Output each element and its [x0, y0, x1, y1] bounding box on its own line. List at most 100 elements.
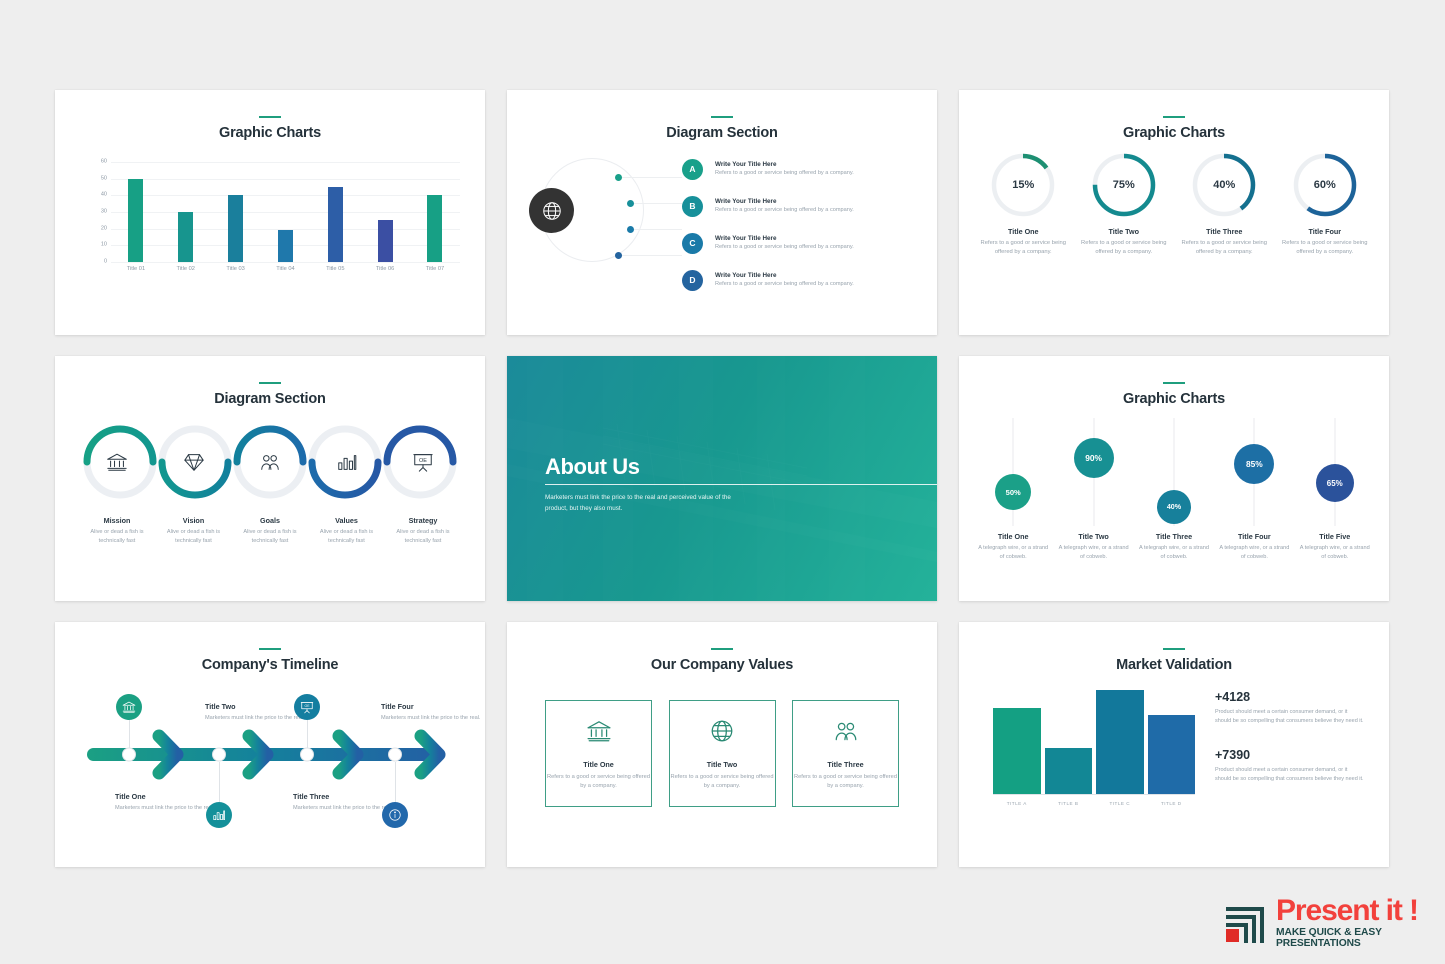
- slide-about-us[interactable]: About Us Marketers must link the price t…: [507, 356, 937, 601]
- list-item[interactable]: C Write Your Title Here Refers to a good…: [682, 228, 927, 258]
- donut-desc: Refers to a good or service being offere…: [1282, 240, 1368, 255]
- bar-column: [117, 178, 155, 262]
- timeline-desc: Marketers must link the price to the rea…: [381, 715, 481, 721]
- bar-column: [167, 212, 205, 262]
- donut-cell[interactable]: 40% Title Three Refers to a good or serv…: [1177, 152, 1272, 257]
- bubble-cell[interactable]: 65% Title Five A telegraph wire, or a st…: [1297, 416, 1373, 576]
- item-title: Write Your Title Here: [715, 160, 777, 168]
- accent-dash: [1163, 648, 1185, 650]
- bubble-cell[interactable]: 85% Title Four A telegraph wire, or a st…: [1216, 416, 1292, 576]
- slide-orbit-diagram[interactable]: Diagram Section A Write Your Title Here …: [507, 90, 937, 335]
- slide-timeline[interactable]: Company's Timeline Title One Marketers m…: [55, 622, 485, 867]
- bar: [228, 195, 244, 262]
- wave-desc: Alive or dead a fish is technically fast: [90, 529, 144, 544]
- bubble-cell[interactable]: 50% Title One A telegraph wire, or a str…: [975, 416, 1051, 576]
- donut-cell[interactable]: 15% Title One Refers to a good or servic…: [976, 152, 1071, 257]
- donut-cell[interactable]: 75% Title Two Refers to a good or servic…: [1076, 152, 1171, 257]
- logo-text: Present it ! MAKE QUICK & EASY PRESENTAT…: [1276, 894, 1445, 949]
- slide-company-values[interactable]: Our Company Values Title One Refers to a…: [507, 622, 937, 867]
- orbit-connector-line: [622, 255, 682, 256]
- wave-label-cell[interactable]: Strategy Alive or dead a fish is technic…: [387, 516, 459, 545]
- timeline-title: Title Four: [381, 702, 414, 711]
- accent-dash: [259, 382, 281, 384]
- stat-number: +4128: [1215, 690, 1251, 704]
- bubble-footer: Title Three A telegraph wire, or a stran…: [1136, 532, 1212, 561]
- bubble-footer: Title One A telegraph wire, or a strand …: [975, 532, 1051, 561]
- item-badge: B: [682, 195, 703, 217]
- bubble-desc: A telegraph wire, or a strand of cobweb.: [978, 545, 1049, 560]
- bubble-desc: A telegraph wire, or a strand of cobweb.: [1219, 545, 1290, 560]
- page-title: Diagram Section: [214, 391, 326, 407]
- present-it-logo[interactable]: Present it ! MAKE QUICK & EASY PRESENTAT…: [1222, 894, 1445, 949]
- value-card[interactable]: Title Three Refers to a good or service …: [792, 700, 899, 807]
- timeline-text[interactable]: Title Four Marketers must link the price…: [381, 702, 485, 723]
- y-tick-label: 10: [100, 241, 107, 248]
- page-title: Graphic Charts: [219, 125, 321, 141]
- wave-title: Strategy: [408, 516, 438, 525]
- y-axis-ticks: 60 50 40 30 20 10 0: [85, 159, 107, 264]
- svg-text:OE: OE: [419, 458, 427, 464]
- globe-icon: [709, 718, 735, 749]
- slide-market-validation[interactable]: Market Validation TITLE A TITLE B TITLE CT…: [959, 622, 1389, 867]
- info-icon[interactable]: [382, 802, 408, 828]
- item-title: Write Your Title Here: [715, 271, 777, 279]
- item-desc: Refers to a good or service being offere…: [715, 243, 854, 250]
- slide-header: Diagram Section: [55, 356, 485, 407]
- bar: [993, 708, 1041, 794]
- bar-column: [416, 195, 454, 262]
- accent-dash: [1163, 116, 1185, 118]
- card-title: Title Three: [827, 760, 864, 769]
- donut-desc: Refers to a good or service being offere…: [1081, 240, 1167, 255]
- slide-donut-charts[interactable]: Graphic Charts 15% Title One Refers to a…: [959, 90, 1389, 335]
- about-us-content: About Us Marketers must link the price t…: [545, 356, 937, 601]
- page-title: Graphic Charts: [1123, 391, 1225, 407]
- item-badge: A: [682, 158, 703, 180]
- wave-label-cell[interactable]: Mission Alive or dead a fish is technica…: [81, 516, 153, 545]
- donut-chart: 15%: [990, 152, 1056, 218]
- wave-label-cell[interactable]: Vision Alive or dead a fish is technical…: [158, 516, 230, 545]
- about-us-paragraph: Marketers must link the price to the rea…: [545, 494, 731, 513]
- wave-label-cell[interactable]: Values Alive or dead a fish is technical…: [311, 516, 383, 545]
- donut-cell[interactable]: 60% Title Four Refers to a good or servi…: [1277, 152, 1372, 257]
- timeline-title: Title Three: [293, 792, 330, 801]
- y-tick-label: 30: [100, 208, 107, 215]
- bubble-footer: Title Four A telegraph wire, or a strand…: [1216, 532, 1292, 561]
- bar-chart-icon[interactable]: [206, 802, 232, 828]
- bubble-cell[interactable]: 90% Title Two A telegraph wire, or a str…: [1056, 416, 1132, 576]
- list-item[interactable]: D Write Your Title Here Refers to a good…: [682, 265, 927, 295]
- stat-number: +7390: [1215, 748, 1251, 763]
- bubble-cell[interactable]: 40% Title Three A telegraph wire, or a s…: [1136, 416, 1212, 576]
- bar-column: [266, 230, 304, 262]
- timeline-title: Title One: [115, 792, 146, 801]
- presentation-template-board: Graphic Charts 60 50 40 30 20 10 0 Title 01 Tit…: [0, 0, 1445, 964]
- logo-title: Present it !: [1276, 894, 1419, 927]
- value-card[interactable]: Title One Refers to a good or service be…: [545, 700, 652, 807]
- slide-bar-chart[interactable]: Graphic Charts 60 50 40 30 20 10 0 Title 01 Tit…: [55, 90, 485, 335]
- bubble-title: Title Two: [1078, 532, 1109, 541]
- item-badge: D: [682, 269, 703, 291]
- bank-icon[interactable]: [116, 694, 142, 720]
- bar: [178, 212, 194, 262]
- bar-series: [993, 684, 1195, 794]
- x-tick-label: Title 02: [176, 266, 195, 272]
- item-text: Write Your Title Here Refers to a good o…: [715, 161, 854, 178]
- value-card[interactable]: Title Two Refers to a good or service be…: [668, 700, 776, 807]
- card-title: Title One: [583, 760, 614, 769]
- list-item[interactable]: A Write Your Title Here Refers to a good…: [682, 154, 927, 184]
- globe-icon: [529, 188, 574, 233]
- bubble-marker: 90%: [1073, 438, 1114, 478]
- bubble-chart-row: 50% Title One A telegraph wire, or a str…: [973, 416, 1375, 576]
- orbit-diagram: A Write Your Title Here Refers to a good…: [507, 148, 937, 328]
- wave-labels: Mission Alive or dead a fish is technica…: [81, 516, 459, 545]
- x-tick-label: TITLE B: [1058, 801, 1079, 806]
- bubble-title: Title One: [997, 532, 1029, 541]
- orbit-node-dot: [627, 200, 634, 207]
- wave-label-cell[interactable]: Goals Alive or dead a fish is technicall…: [234, 516, 306, 545]
- bubble-title: Title Four: [1238, 532, 1271, 541]
- slide-wave-diagram[interactable]: Diagram Section OE Mission Alive or dead…: [55, 356, 485, 601]
- slide-bubble-chart[interactable]: Graphic Charts 50% Title One A telegraph…: [959, 356, 1389, 601]
- people-icon: [833, 718, 859, 749]
- presentation-icon[interactable]: OE: [294, 694, 320, 720]
- item-text: Write Your Title Here Refers to a good o…: [715, 272, 854, 289]
- list-item[interactable]: B Write Your Title Here Refers to a good…: [682, 191, 927, 221]
